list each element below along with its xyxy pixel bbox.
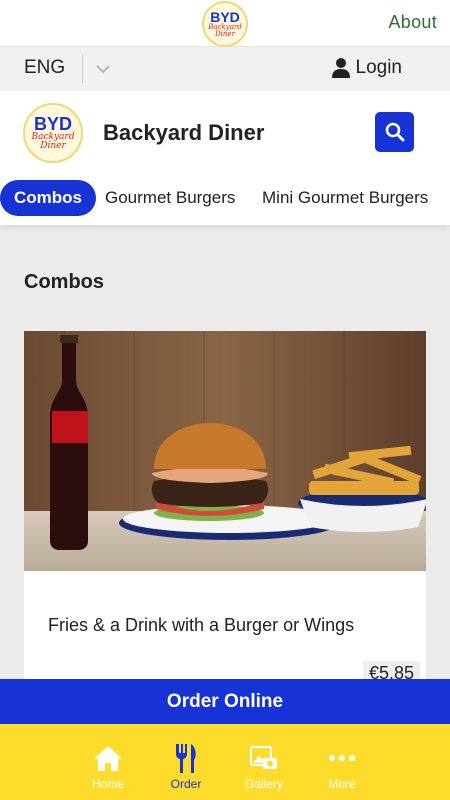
tab-gourmet-burgers[interactable]: Gourmet Burgers (105, 180, 235, 216)
language-bar: ENG Login (0, 47, 450, 91)
tab-combos[interactable]: Combos (0, 180, 96, 216)
section-title: Combos (24, 271, 104, 293)
menu-item-card[interactable]: Fries & a Drink with a Burger or Wings €… (24, 331, 426, 691)
item-title: Fries & a Drink with a Burger or Wings (48, 615, 355, 635)
logo-icon: BYD Backyard Diner (202, 0, 248, 47)
logo-icon: BYD Backyard Diner (23, 103, 83, 163)
gallery-icon (248, 742, 280, 774)
logo-abbr: BYD (210, 8, 240, 25)
nav-more[interactable]: More (302, 724, 382, 800)
login-button[interactable]: Login (356, 57, 403, 79)
logo-script-2: Diner (40, 141, 66, 151)
restaurant-header: BYD Backyard Diner Backyard Diner (0, 91, 450, 177)
top-bar: BYD Backyard Diner About (0, 0, 450, 47)
combo-photo (24, 331, 426, 571)
order-online-button[interactable]: Order Online (0, 679, 450, 724)
home-icon (92, 742, 124, 774)
nav-label-home: Home (91, 777, 124, 791)
user-icon[interactable] (331, 57, 351, 79)
search-icon (385, 122, 404, 142)
restaurant-name: Backyard Diner (103, 120, 265, 145)
nav-label-gallery: Gallery (244, 777, 283, 791)
order-online-label: Order Online (166, 690, 284, 712)
language-selector[interactable]: ENG (24, 57, 65, 79)
nav-label-order: Order (170, 777, 202, 791)
nav-gallery[interactable]: Gallery (224, 724, 304, 800)
logo-script-2: Diner (215, 29, 235, 38)
fork-knife-icon (170, 742, 202, 774)
restaurant-logo[interactable]: BYD Backyard Diner (23, 103, 83, 163)
search-button[interactable] (375, 112, 414, 152)
top-logo[interactable]: BYD Backyard Diner (200, 0, 250, 47)
nav-home[interactable]: Home (68, 724, 148, 800)
chevron-down-icon[interactable] (94, 60, 112, 78)
category-tabs: Combos Gourmet Burgers Mini Gourmet Burg… (0, 177, 450, 225)
nav-label-more: More (328, 777, 356, 791)
more-dots-icon (326, 742, 358, 774)
bottom-nav: Home Order Gallery More (0, 724, 450, 800)
nav-order[interactable]: Order (146, 724, 226, 800)
lang-divider (82, 55, 83, 83)
tab-mini-gourmet-burgers[interactable]: Mini Gourmet Burgers (262, 180, 428, 216)
logo-abbr: BYD (33, 114, 72, 134)
about-link[interactable]: About (388, 12, 437, 33)
